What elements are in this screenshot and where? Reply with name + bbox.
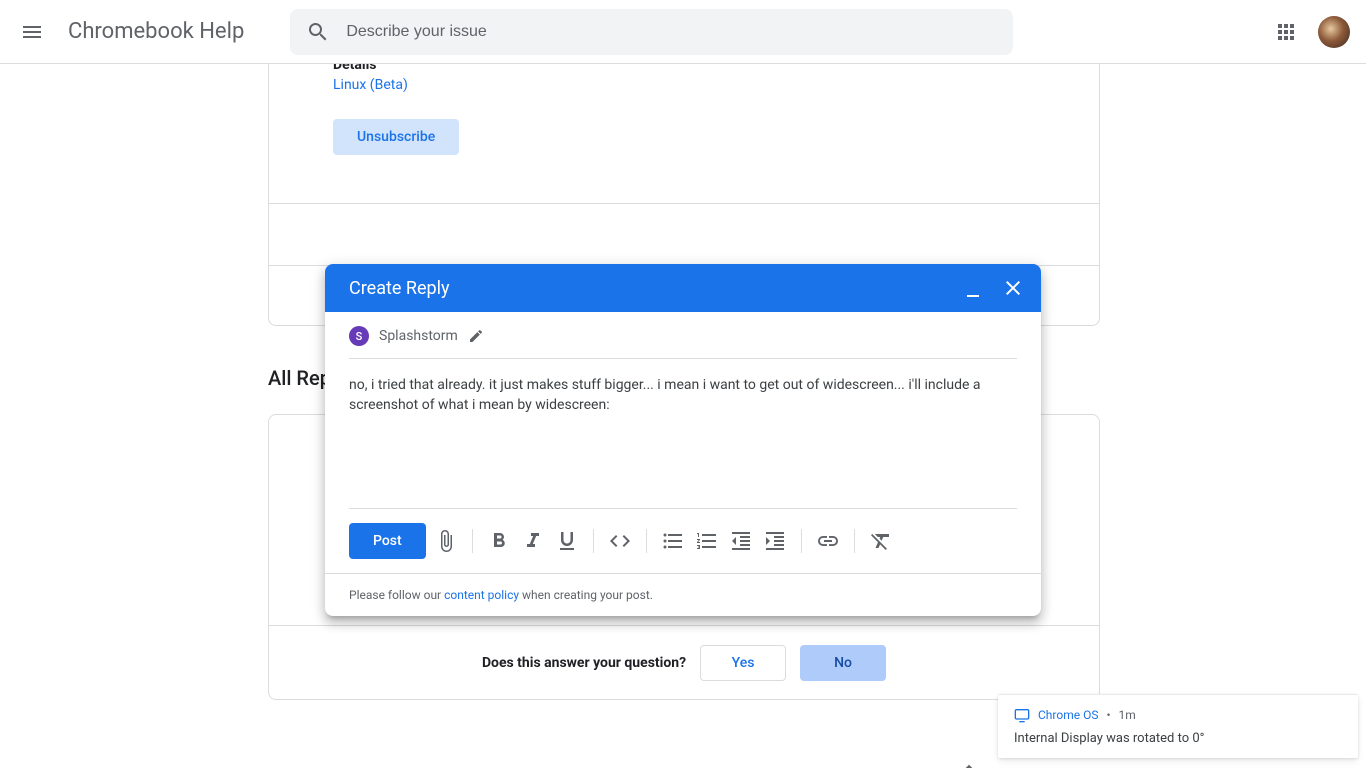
bold-icon xyxy=(487,529,511,553)
close-icon xyxy=(1001,276,1025,300)
monitor-icon xyxy=(1014,707,1030,723)
bold-button[interactable] xyxy=(485,527,513,555)
policy-note: Please follow our content policy when cr… xyxy=(325,573,1041,616)
notification-toast[interactable]: Chrome OS • 1m Internal Display was rota… xyxy=(998,694,1358,758)
dark-mode-toggle[interactable] xyxy=(957,764,981,768)
underline-icon xyxy=(555,529,579,553)
attach-button[interactable] xyxy=(432,527,460,555)
paperclip-icon xyxy=(434,529,458,553)
unsubscribe-button[interactable]: Unsubscribe xyxy=(333,119,459,155)
code-icon xyxy=(608,529,632,553)
toast-separator: • xyxy=(1106,708,1110,722)
italic-button[interactable] xyxy=(519,527,547,555)
account-button[interactable] xyxy=(1310,8,1358,56)
search-icon xyxy=(306,20,330,44)
author-avatar: S xyxy=(349,326,369,346)
code-button[interactable] xyxy=(606,527,634,555)
post-button[interactable]: Post xyxy=(349,523,426,559)
clear-formatting-button[interactable] xyxy=(867,527,895,555)
composer-header: Create Reply xyxy=(325,264,1041,312)
app-bar: Chromebook Help xyxy=(0,0,1366,64)
numbered-list-button[interactable] xyxy=(693,527,721,555)
policy-post: when creating your post. xyxy=(519,588,653,602)
editor-toolbar: Post xyxy=(325,509,1041,573)
answer-yes-button[interactable]: Yes xyxy=(700,645,786,681)
pencil-icon xyxy=(468,328,484,344)
minimize-icon xyxy=(961,276,985,300)
main-menu-button[interactable] xyxy=(8,8,56,56)
indent-increase-button[interactable] xyxy=(761,527,789,555)
avatar-icon xyxy=(1318,16,1350,48)
bulleted-list-button[interactable] xyxy=(659,527,687,555)
reply-composer: Create Reply S Splashstorm no, i tried t… xyxy=(325,264,1041,616)
author-name: Splashstorm xyxy=(379,328,458,344)
link-icon xyxy=(816,529,840,553)
search-field[interactable] xyxy=(290,9,1013,55)
answer-prompt: Does this answer your question? xyxy=(482,655,686,671)
toast-body: Internal Display was rotated to 0° xyxy=(1014,731,1342,746)
reply-editor[interactable]: no, i tried that already. it just makes … xyxy=(349,359,1017,509)
hamburger-icon xyxy=(20,20,44,44)
toast-source: Chrome OS xyxy=(1038,708,1098,722)
brightness-icon xyxy=(957,764,981,768)
indent-decrease-button[interactable] xyxy=(727,527,755,555)
italic-icon xyxy=(521,529,545,553)
indent-increase-icon xyxy=(763,529,787,553)
edit-author-button[interactable] xyxy=(468,328,484,344)
search-input[interactable] xyxy=(346,9,1013,55)
answer-bar: Does this answer your question? Yes No xyxy=(269,625,1099,699)
close-button[interactable] xyxy=(993,268,1033,308)
search-button[interactable] xyxy=(290,9,346,55)
page: Details Linux (Beta) Unsubscribe All Rep… xyxy=(0,64,1366,768)
apps-grid-icon xyxy=(1274,20,1298,44)
link-button[interactable] xyxy=(814,527,842,555)
underline-button[interactable] xyxy=(553,527,581,555)
indent-decrease-icon xyxy=(729,529,753,553)
clear-format-icon xyxy=(869,529,893,553)
google-apps-button[interactable] xyxy=(1262,8,1310,56)
toast-age: 1m xyxy=(1119,708,1136,722)
policy-pre: Please follow our xyxy=(349,588,444,602)
app-title: Chromebook Help xyxy=(68,19,244,44)
list-bulleted-icon xyxy=(661,529,685,553)
list-numbered-icon xyxy=(695,529,719,553)
content-policy-link[interactable]: content policy xyxy=(444,588,519,602)
composer-title: Create Reply xyxy=(349,278,953,299)
answer-no-button[interactable]: No xyxy=(800,645,886,681)
details-category-link[interactable]: Linux (Beta) xyxy=(333,77,408,93)
minimize-button[interactable] xyxy=(953,268,993,308)
composer-author-row: S Splashstorm xyxy=(325,312,1041,358)
